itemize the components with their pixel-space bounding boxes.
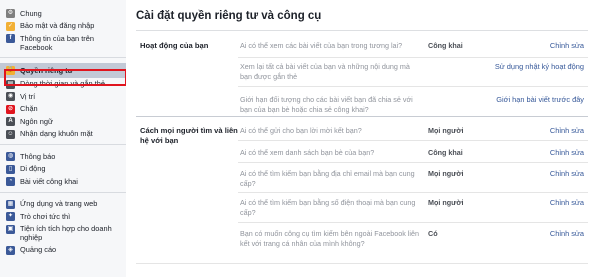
sidebar-item-security[interactable]: ✓ Bảo mật và đăng nhập xyxy=(0,20,126,33)
setting-question: Ai có thể tìm kiếm bạn bằng số điện thoạ… xyxy=(240,198,416,217)
sidebar-group-notifications: ◍ Thông báo ▯ Di động ◔ Bài viết công kh… xyxy=(0,145,126,193)
sidebar-item-label: Chặn xyxy=(20,104,38,113)
sidebar-group-account: ⚙ Chung ✓ Bảo mật và đăng nhập f Thông t… xyxy=(0,0,126,58)
sidebar-item-label: Bài viết công khai xyxy=(20,176,78,186)
setting-question: Bạn có muốn công cụ tìm kiếm bên ngoài F… xyxy=(240,229,419,248)
highlight-box xyxy=(4,69,127,86)
edit-link[interactable]: Chỉnh sửa xyxy=(550,126,584,136)
language-icon: A xyxy=(6,117,15,126)
sidebar-item-label: Thông báo xyxy=(20,151,56,161)
limit-past-posts-link[interactable]: Giới hạn bài viết trước đây xyxy=(496,95,584,105)
gear-icon: ⚙ xyxy=(6,9,15,18)
edit-link[interactable]: Chỉnh sửa xyxy=(550,229,584,239)
section-title: Cách mọi người tìm và liên hệ với bạn xyxy=(140,126,238,145)
edit-link[interactable]: Chỉnh sửa xyxy=(550,169,584,179)
sidebar-item-mobile[interactable]: ▯ Di động xyxy=(0,163,126,176)
section-title: Hoạt động của bạn xyxy=(140,41,209,50)
shield-icon: ✓ xyxy=(6,21,15,31)
edit-link[interactable]: Chỉnh sửa xyxy=(550,41,584,51)
sidebar-item-location[interactable]: ◉ Vị trí xyxy=(0,90,126,103)
sidebar-item-label: Nhận dạng khuôn mặt xyxy=(20,129,93,138)
globe-icon: ◍ xyxy=(6,152,15,161)
divider xyxy=(238,222,588,223)
sidebar-item-face-recognition[interactable]: ☺ Nhận dạng khuôn mặt xyxy=(0,128,126,141)
divider xyxy=(136,30,588,31)
sidebar-item-label: Thông tin của bạn trên Facebook xyxy=(20,33,94,52)
sidebar-item-blocking[interactable]: ⊘ Chặn xyxy=(0,103,126,116)
sidebar-item-label: Bảo mật và đăng nhập xyxy=(20,21,95,30)
privacy-settings-panel: Cài đặt quyền riêng tư và công cụ Hoạt đ… xyxy=(126,0,600,277)
sidebar-item-label: Quảng cáo xyxy=(20,245,57,254)
setting-value: Mọi người xyxy=(428,126,464,135)
sidebar-item-label: Tiện ích tích hợp cho doanh nghiệp xyxy=(20,224,112,242)
divider xyxy=(238,162,588,163)
sidebar-item-instant-games[interactable]: ✦ Trò chơi tức thì xyxy=(0,210,126,223)
edit-link[interactable]: Chỉnh sửa xyxy=(550,198,584,208)
setting-value: Công khai xyxy=(428,148,463,157)
block-icon: ⊘ xyxy=(6,104,15,114)
setting-question: Ai có thể gửi cho bạn lời mời kết bạn? xyxy=(240,126,362,135)
divider xyxy=(136,116,588,117)
divider xyxy=(136,263,588,264)
edit-link[interactable]: Chỉnh sửa xyxy=(550,148,584,158)
setting-question: Ai có thể xem danh sách bạn bè của bạn? xyxy=(240,148,375,157)
setting-value: Công khai xyxy=(428,41,463,50)
divider xyxy=(238,192,588,193)
setting-value: Mọi người xyxy=(428,198,464,207)
sidebar-item-label: Ngôn ngữ xyxy=(20,116,53,126)
divider xyxy=(238,86,588,87)
divider xyxy=(238,57,588,58)
sidebar-item-label: Chung xyxy=(20,8,42,18)
sidebar-item-notifications[interactable]: ◍ Thông báo xyxy=(0,150,126,163)
business-icon: ▣ xyxy=(6,224,15,234)
sidebar-item-general[interactable]: ⚙ Chung xyxy=(0,7,126,20)
setting-value: Mọi người xyxy=(428,169,464,178)
game-controller-icon: ✦ xyxy=(6,212,15,221)
section-your-activity: Hoạt động của bạn Ai có thể xem các bài … xyxy=(136,33,588,114)
face-recognition-icon: ☺ xyxy=(6,129,15,139)
sidebar-item-public-posts[interactable]: ◔ Bài viết công khai xyxy=(0,175,126,188)
setting-value: Có xyxy=(428,229,438,238)
facebook-icon: f xyxy=(6,34,15,43)
apps-icon: ▦ xyxy=(6,199,15,209)
mobile-icon: ▯ xyxy=(6,164,15,174)
sidebar-group-apps: ▦ Ứng dụng và trang web ✦ Trò chơi tức t… xyxy=(0,193,126,261)
ads-icon: ◈ xyxy=(6,245,15,255)
sidebar-item-label: Trò chơi tức thì xyxy=(20,211,71,221)
sidebar-item-apps-websites[interactable]: ▦ Ứng dụng và trang web xyxy=(0,198,126,211)
sidebar-item-business-integrations[interactable]: ▣ Tiện ích tích hợp cho doanh nghiệp xyxy=(0,223,126,244)
sidebar-item-language[interactable]: A Ngôn ngữ xyxy=(0,115,126,128)
location-pin-icon: ◉ xyxy=(6,92,15,101)
setting-question: Ai có thể xem các bài viết của bạn trong… xyxy=(240,41,403,50)
setting-question: Xem lại tất cả bài viết của bạn và những… xyxy=(240,62,410,81)
setting-question: Giới hạn đối tượng cho các bài viết bạn … xyxy=(240,95,413,114)
sidebar-item-label: Vị trí xyxy=(20,91,36,101)
page-title: Cài đặt quyền riêng tư và công cụ xyxy=(136,10,322,22)
rss-icon: ◔ xyxy=(6,177,15,186)
divider xyxy=(238,140,588,141)
settings-sidebar: ⚙ Chung ✓ Bảo mật và đăng nhập f Thông t… xyxy=(0,0,126,277)
sidebar-item-ads[interactable]: ◈ Quảng cáo xyxy=(0,244,126,257)
activity-log-link[interactable]: Sử dụng nhật ký hoạt động xyxy=(495,62,584,72)
section-how-people-find-you: Cách mọi người tìm và liên hệ với bạn Ai… xyxy=(136,116,588,271)
sidebar-item-your-information[interactable]: f Thông tin của bạn trên Facebook xyxy=(0,32,126,53)
setting-question: Ai có thể tìm kiếm bạn bằng địa chỉ emai… xyxy=(240,169,415,188)
sidebar-item-label: Ứng dụng và trang web xyxy=(20,199,98,208)
sidebar-item-label: Di động xyxy=(20,164,46,173)
